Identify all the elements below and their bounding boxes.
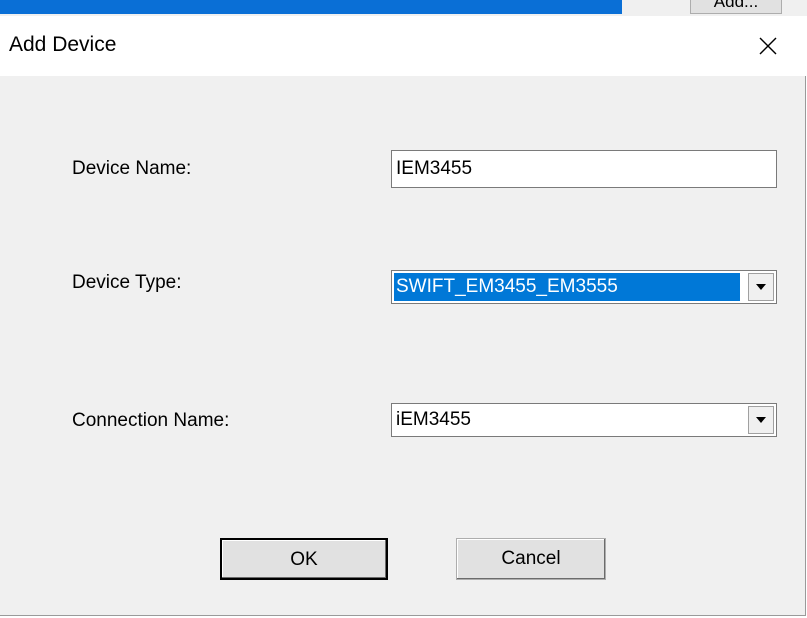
device-type-dropdown-button[interactable]	[748, 273, 774, 301]
dialog-title-bar: Add Device	[0, 16, 806, 76]
close-icon	[759, 37, 777, 55]
background-add-button: Add...	[690, 0, 782, 14]
dialog-title: Add Device	[9, 33, 117, 56]
background-window: Add...	[0, 0, 807, 16]
connection-name-value: iEM3455	[396, 409, 471, 430]
device-name-label: Device Name:	[72, 158, 192, 179]
screen: Add... Add Device Device Name: IEM3455 D…	[0, 0, 807, 618]
device-name-input[interactable]: IEM3455	[391, 150, 777, 188]
connection-name-select[interactable]: iEM3455	[391, 403, 777, 437]
connection-name-dropdown-button[interactable]	[748, 406, 774, 434]
device-type-label: Device Type:	[72, 272, 182, 293]
cancel-button[interactable]: Cancel	[456, 538, 606, 580]
connection-name-label: Connection Name:	[72, 410, 230, 431]
ok-button[interactable]: OK	[220, 538, 388, 580]
close-button[interactable]	[740, 22, 796, 70]
chevron-down-icon	[756, 417, 766, 423]
device-type-value: SWIFT_EM3455_EM3555	[394, 273, 740, 301]
device-type-select[interactable]: SWIFT_EM3455_EM3555	[391, 270, 777, 304]
chevron-down-icon	[756, 284, 766, 290]
add-device-dialog: Add Device Device Name: IEM3455 Device T…	[0, 16, 806, 616]
background-selected-row	[0, 0, 622, 14]
